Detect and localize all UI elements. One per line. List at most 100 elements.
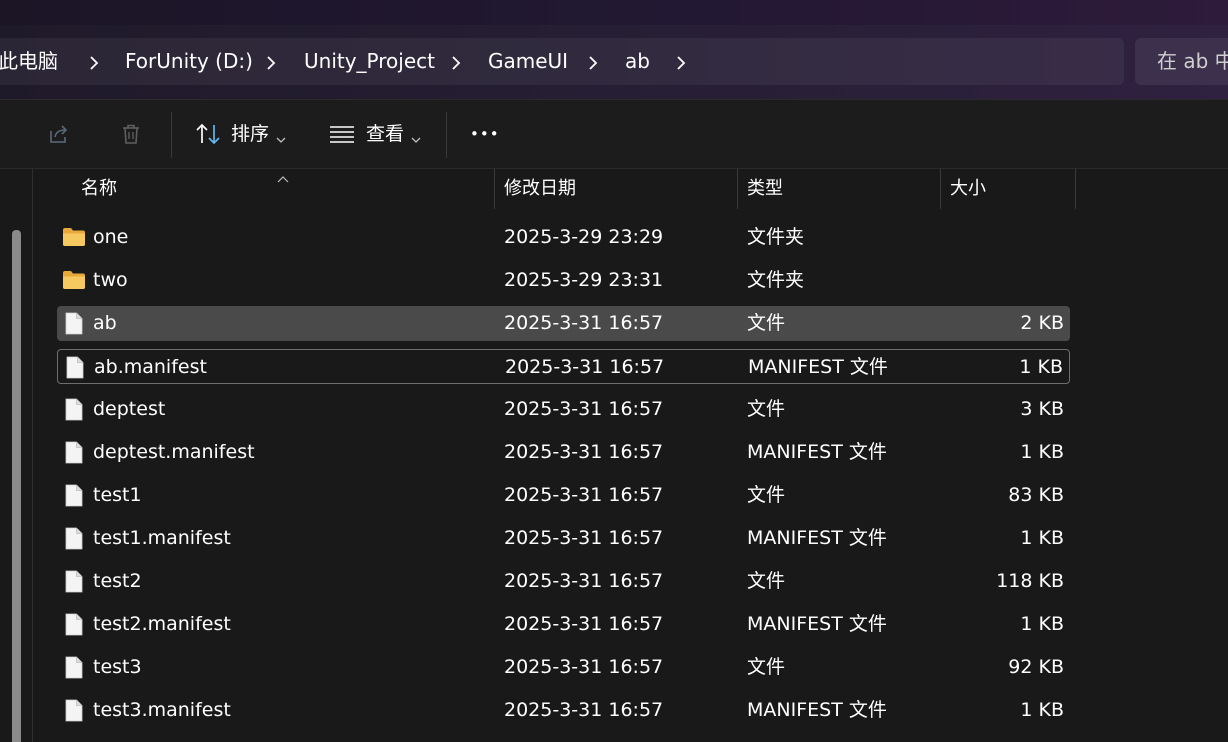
chevron-down-icon[interactable] <box>411 129 421 148</box>
toolbar-divider <box>446 112 447 158</box>
title-bar <box>0 0 1228 25</box>
delete-icon[interactable] <box>119 122 143 150</box>
column-header-size[interactable]: 大小 <box>950 169 986 209</box>
file-name: one <box>93 226 129 248</box>
chevron-right-icon[interactable] <box>87 38 101 85</box>
file-size: 1 KB <box>1019 356 1063 378</box>
file-icon <box>65 613 83 640</box>
file-icon <box>65 527 83 554</box>
file-modified-date: 2025-3-31 16:57 <box>505 356 665 378</box>
file-type: MANIFEST 文件 <box>748 356 888 378</box>
file-size: 3 KB <box>1020 398 1064 420</box>
file-type: 文件 <box>747 570 786 592</box>
file-row[interactable]: test1 2025-3-31 16:57 文件 83 KB <box>57 478 1070 513</box>
file-modified-date: 2025-3-29 23:31 <box>504 269 664 291</box>
file-row[interactable]: one 2025-3-29 23:29 文件夹 <box>57 220 1070 255</box>
file-name: test2 <box>93 570 142 592</box>
file-modified-date: 2025-3-31 16:57 <box>504 398 664 420</box>
breadcrumb-item-this-pc[interactable]: 此电脑 <box>0 38 58 85</box>
view-icon[interactable] <box>329 124 355 148</box>
file-type: MANIFEST 文件 <box>747 527 887 549</box>
file-name: deptest.manifest <box>93 441 255 463</box>
file-size: 1 KB <box>1020 613 1064 635</box>
file-row[interactable]: test2 2025-3-31 16:57 文件 118 KB <box>57 564 1070 599</box>
share-icon[interactable] <box>47 122 71 150</box>
file-type: 文件夹 <box>747 269 805 291</box>
file-icon <box>65 312 83 339</box>
file-row[interactable]: ab.manifest 2025-3-31 16:57 MANIFEST 文件 1 K… <box>57 349 1070 384</box>
toolbar-divider <box>171 112 172 158</box>
file-name: ab.manifest <box>94 356 207 378</box>
column-header-date[interactable]: 修改日期 <box>504 169 576 209</box>
search-input[interactable]: 在 ab 中 <box>1135 38 1228 85</box>
file-size: 1 KB <box>1020 699 1064 721</box>
file-row[interactable]: deptest.manifest 2025-3-31 16:57 MANIFEST … <box>57 435 1070 470</box>
file-modified-date: 2025-3-31 16:57 <box>504 656 664 678</box>
file-type: MANIFEST 文件 <box>747 699 887 721</box>
search-placeholder: 在 ab 中 <box>1157 49 1228 73</box>
breadcrumb-item-gameui[interactable]: GameUI <box>488 38 568 85</box>
column-separator[interactable] <box>940 169 941 209</box>
folder-icon <box>62 270 86 294</box>
more-options-button[interactable]: ••• <box>470 100 500 168</box>
file-modified-date: 2025-3-31 16:57 <box>504 699 664 721</box>
view-button[interactable]: 查看 <box>366 100 404 168</box>
breadcrumb-item-ab[interactable]: ab <box>625 38 650 85</box>
file-type: MANIFEST 文件 <box>747 441 887 463</box>
file-size: 1 KB <box>1020 441 1064 463</box>
file-modified-date: 2025-3-31 16:57 <box>504 527 664 549</box>
file-size: 2 KB <box>1020 312 1064 334</box>
file-icon <box>65 398 83 425</box>
sort-button[interactable]: 排序 <box>231 100 269 168</box>
file-row[interactable]: test1.manifest 2025-3-31 16:57 MANIFEST 文件… <box>57 521 1070 556</box>
chevron-right-icon[interactable] <box>449 38 463 85</box>
file-row[interactable]: ab 2025-3-31 16:57 文件 2 KB <box>57 306 1070 341</box>
file-size: 92 KB <box>1008 656 1064 678</box>
file-row[interactable]: test2.manifest 2025-3-31 16:57 MANIFEST 文件… <box>57 607 1070 642</box>
file-icon <box>65 570 83 597</box>
column-header-name[interactable]: 名称 <box>81 169 117 209</box>
address-bar: 此电脑 ForUnity (D:) Unity_Project GameUI a… <box>0 25 1228 100</box>
chevron-down-icon[interactable] <box>276 129 286 148</box>
file-row[interactable]: test3.manifest 2025-3-31 16:57 MANIFEST 文件… <box>57 693 1070 728</box>
chevron-right-icon[interactable] <box>586 38 600 85</box>
file-name: deptest <box>93 398 166 420</box>
nav-pane-divider <box>32 169 33 742</box>
file-name: test1 <box>93 484 142 506</box>
file-row[interactable]: test3 2025-3-31 16:57 文件 92 KB <box>57 650 1070 685</box>
file-name: test3.manifest <box>93 699 231 721</box>
file-icon <box>65 699 83 726</box>
file-name: test2.manifest <box>93 613 231 635</box>
file-name: ab <box>93 312 117 334</box>
file-modified-date: 2025-3-31 16:57 <box>504 570 664 592</box>
file-type: 文件 <box>747 484 786 506</box>
sort-icon[interactable] <box>195 122 221 150</box>
file-size: 1 KB <box>1020 527 1064 549</box>
nav-pane-scrollbar[interactable] <box>12 230 21 742</box>
column-separator[interactable] <box>737 169 738 209</box>
file-type: 文件 <box>747 656 786 678</box>
file-icon <box>65 656 83 683</box>
file-modified-date: 2025-3-31 16:57 <box>504 613 664 635</box>
breadcrumb-item-unity-project[interactable]: Unity_Project <box>304 38 435 85</box>
file-icon <box>65 441 83 468</box>
file-name: test3 <box>93 656 142 678</box>
chevron-right-icon[interactable] <box>674 38 688 85</box>
file-row[interactable]: two 2025-3-29 23:31 文件夹 <box>57 263 1070 298</box>
file-name: test1.manifest <box>93 527 231 549</box>
column-separator[interactable] <box>1075 169 1076 209</box>
column-separator[interactable] <box>494 169 495 209</box>
file-modified-date: 2025-3-31 16:57 <box>504 312 664 334</box>
file-list-pane: 名称 修改日期 类型 大小 one 2025-3-29 23:29 文件夹 two 20… <box>0 169 1228 742</box>
file-size: 83 KB <box>1008 484 1064 506</box>
file-row[interactable]: deptest 2025-3-31 16:57 文件 3 KB <box>57 392 1070 427</box>
file-icon <box>65 484 83 511</box>
folder-icon <box>62 227 86 251</box>
column-header-type[interactable]: 类型 <box>747 169 783 209</box>
breadcrumb[interactable]: 此电脑 ForUnity (D:) Unity_Project GameUI a… <box>0 38 1124 85</box>
file-modified-date: 2025-3-29 23:29 <box>504 226 664 248</box>
chevron-right-icon[interactable] <box>264 38 278 85</box>
command-bar: 排序 查看 ••• <box>0 100 1228 169</box>
file-name: two <box>93 269 128 291</box>
breadcrumb-item-drive[interactable]: ForUnity (D:) <box>125 38 253 85</box>
